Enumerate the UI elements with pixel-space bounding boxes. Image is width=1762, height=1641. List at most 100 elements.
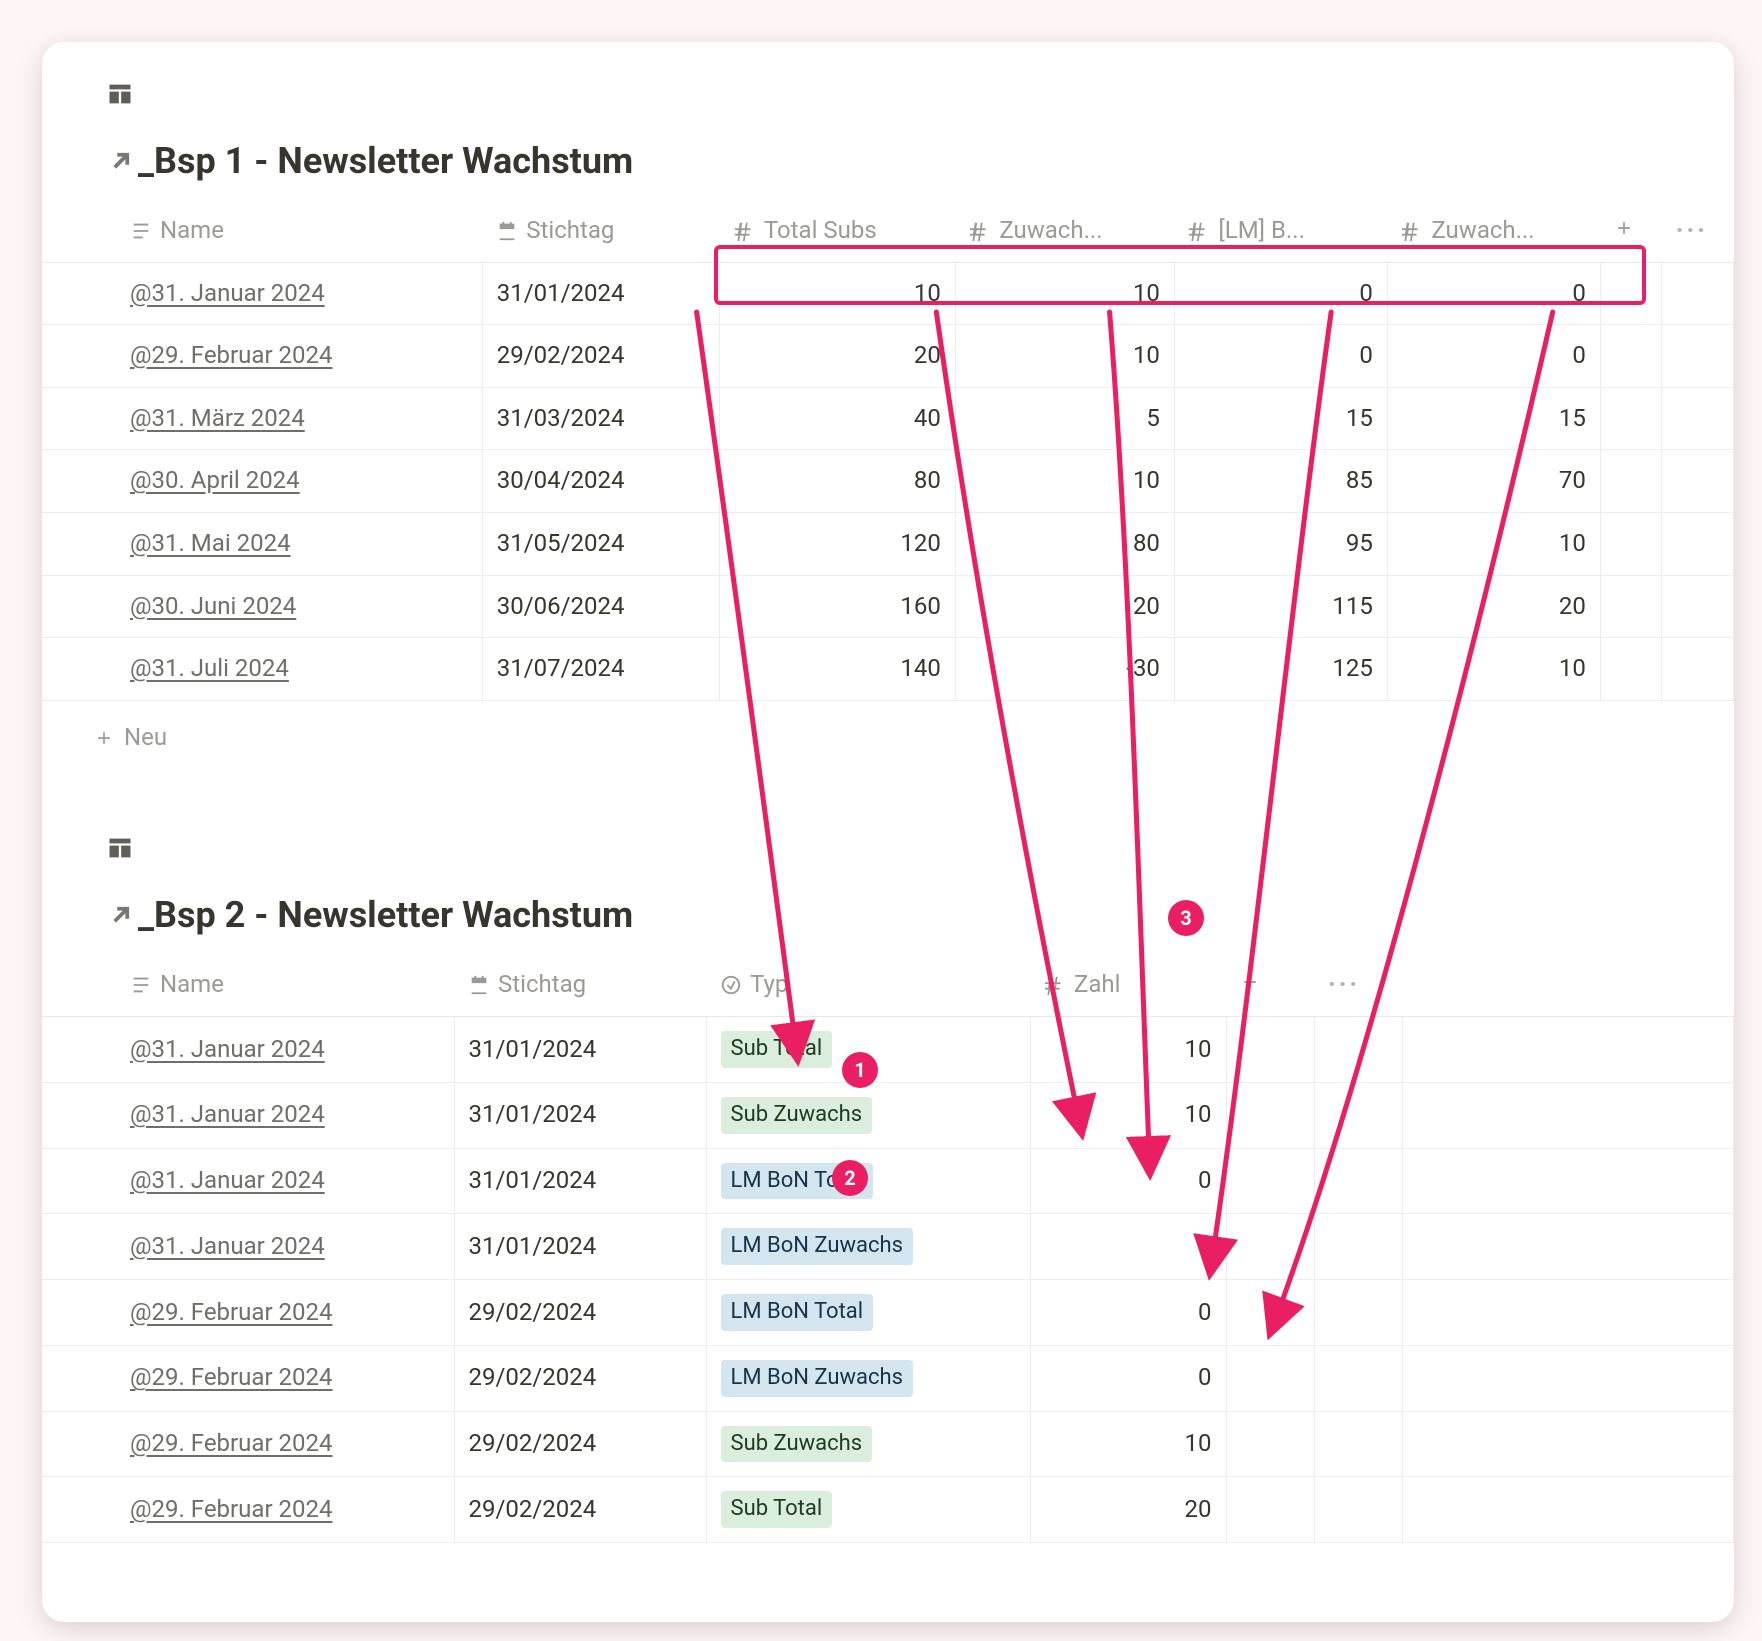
cell-name[interactable]: @29. Februar 2024 — [42, 1477, 454, 1543]
cell-number[interactable]: 0 — [1387, 325, 1600, 388]
cell-date[interactable]: 29/02/2024 — [454, 1280, 706, 1346]
cell-number[interactable]: -30 — [955, 638, 1174, 701]
table-view-icon[interactable] — [42, 80, 1734, 136]
table-row[interactable]: @31. Januar 202431/01/2024LM BoN Zuwachs… — [42, 1214, 1734, 1280]
cell-number[interactable]: 15 — [1174, 387, 1387, 450]
cell-date[interactable]: 29/02/2024 — [482, 325, 720, 388]
column-header[interactable]: Total Subs — [720, 200, 955, 262]
cell-number[interactable]: 85 — [1174, 450, 1387, 513]
table-row[interactable]: @30. April 202430/04/202480108570 — [42, 450, 1734, 513]
add-row-1[interactable]: Neu — [42, 701, 1734, 755]
cell-number[interactable]: 10 — [955, 262, 1174, 325]
cell-date[interactable]: 31/01/2024 — [454, 1214, 706, 1280]
cell-name[interactable]: @29. Februar 2024 — [42, 1411, 454, 1477]
cell-typ[interactable]: LM BoN Total — [706, 1280, 1030, 1346]
table-row[interactable]: @31. Januar 202431/01/2024101000 — [42, 262, 1734, 325]
cell-number[interactable]: 0 — [1174, 325, 1387, 388]
cell-number[interactable]: 10 — [955, 450, 1174, 513]
cell-typ[interactable]: Sub Total — [706, 1477, 1030, 1543]
cell-date[interactable]: 31/07/2024 — [482, 638, 720, 701]
db-title-2[interactable]: _Bsp 2 - Newsletter Wachstum — [42, 890, 1734, 954]
cell-number[interactable]: 0 — [1174, 262, 1387, 325]
cell-name[interactable]: @30. Juni 2024 — [42, 575, 482, 638]
cell-name[interactable]: @31. Januar 2024 — [42, 1016, 454, 1082]
column-header[interactable]: Zahl — [1030, 954, 1226, 1016]
table-row[interactable]: @29. Februar 202429/02/2024Sub Total20 — [42, 1477, 1734, 1543]
cell-name[interactable]: @29. Februar 2024 — [42, 325, 482, 388]
cell-typ[interactable]: Sub Zuwachs — [706, 1411, 1030, 1477]
table-row[interactable]: @29. Februar 202429/02/2024201000 — [42, 325, 1734, 388]
cell-number[interactable]: 115 — [1174, 575, 1387, 638]
add-column[interactable] — [1226, 954, 1314, 1016]
cell-number[interactable]: 5 — [955, 387, 1174, 450]
cell-number[interactable]: 125 — [1174, 638, 1387, 701]
cell-number[interactable]: 0 — [1030, 1148, 1226, 1214]
table-row[interactable]: @31. Juli 202431/07/2024140-3012510 — [42, 638, 1734, 701]
cell-date[interactable]: 31/01/2024 — [454, 1016, 706, 1082]
cell-name[interactable]: @30. April 2024 — [42, 450, 482, 513]
cell-date[interactable]: 30/04/2024 — [482, 450, 720, 513]
cell-number[interactable]: 70 — [1387, 450, 1600, 513]
cell-number[interactable]: 10 — [720, 262, 955, 325]
table-row[interactable]: @30. Juni 202430/06/20241602011520 — [42, 575, 1734, 638]
cell-typ[interactable]: Sub Total — [706, 1016, 1030, 1082]
cell-date[interactable]: 31/05/2024 — [482, 512, 720, 575]
table-row[interactable]: @31. Januar 202431/01/2024Sub Zuwachs10 — [42, 1082, 1734, 1148]
cell-date[interactable]: 29/02/2024 — [454, 1345, 706, 1411]
cell-name[interactable]: @31. Januar 2024 — [42, 1082, 454, 1148]
cell-name[interactable]: @31. Mai 2024 — [42, 512, 482, 575]
table-row[interactable]: @31. März 202431/03/20244051515 — [42, 387, 1734, 450]
cell-date[interactable]: 31/01/2024 — [454, 1082, 706, 1148]
cell-date[interactable]: 29/02/2024 — [454, 1411, 706, 1477]
column-header[interactable]: Name — [42, 200, 482, 262]
cell-number[interactable]: 160 — [720, 575, 955, 638]
column-header[interactable]: Zuwach... — [1387, 200, 1600, 262]
add-column[interactable] — [1600, 200, 1661, 262]
db-title-1[interactable]: _Bsp 1 - Newsletter Wachstum — [42, 136, 1734, 200]
cell-typ[interactable]: LM BoN Zuwachs — [706, 1214, 1030, 1280]
cell-number[interactable]: 20 — [1387, 575, 1600, 638]
table-row[interactable]: @31. Januar 202431/01/2024Sub Total10 — [42, 1016, 1734, 1082]
column-header[interactable]: Typ — [706, 954, 1030, 1016]
cell-number[interactable]: 10 — [1030, 1411, 1226, 1477]
cell-date[interactable]: 31/03/2024 — [482, 387, 720, 450]
cell-name[interactable]: @31. Januar 2024 — [42, 1214, 454, 1280]
cell-number[interactable]: 20 — [955, 575, 1174, 638]
cell-number[interactable]: 0 — [1030, 1280, 1226, 1346]
column-header[interactable]: Zuwach... — [955, 200, 1174, 262]
cell-name[interactable]: @29. Februar 2024 — [42, 1280, 454, 1346]
cell-number[interactable]: 0 — [1030, 1345, 1226, 1411]
cell-typ[interactable]: LM BoN Total — [706, 1148, 1030, 1214]
cell-number[interactable]: 20 — [720, 325, 955, 388]
cell-number[interactable]: 20 — [1030, 1477, 1226, 1543]
table-row[interactable]: @29. Februar 202429/02/2024LM BoN Zuwach… — [42, 1345, 1734, 1411]
column-header[interactable]: [LM] B... — [1174, 200, 1387, 262]
cell-number[interactable]: 95 — [1174, 512, 1387, 575]
cell-number[interactable]: 40 — [720, 387, 955, 450]
table-row[interactable]: @31. Mai 202431/05/2024120809510 — [42, 512, 1734, 575]
cell-number[interactable]: 10 — [1387, 638, 1600, 701]
cell-name[interactable]: @31. Januar 2024 — [42, 262, 482, 325]
cell-number[interactable]: 10 — [1030, 1016, 1226, 1082]
column-header[interactable]: Name — [42, 954, 454, 1016]
cell-typ[interactable]: LM BoN Zuwachs — [706, 1345, 1030, 1411]
more-options[interactable]: ··· — [1314, 954, 1402, 1016]
cell-number[interactable]: 140 — [720, 638, 955, 701]
column-header[interactable]: Stichtag — [482, 200, 720, 262]
table-view-icon-2[interactable] — [42, 834, 1734, 890]
cell-number[interactable]: 80 — [720, 450, 955, 513]
cell-date[interactable]: 31/01/2024 — [454, 1148, 706, 1214]
table-row[interactable]: @29. Februar 202429/02/2024LM BoN Total0 — [42, 1280, 1734, 1346]
cell-name[interactable]: @31. März 2024 — [42, 387, 482, 450]
cell-typ[interactable]: Sub Zuwachs — [706, 1082, 1030, 1148]
cell-name[interactable]: @31. Juli 2024 — [42, 638, 482, 701]
cell-number[interactable]: 0 — [1030, 1214, 1226, 1280]
cell-number[interactable]: 120 — [720, 512, 955, 575]
cell-date[interactable]: 30/06/2024 — [482, 575, 720, 638]
more-options[interactable]: ··· — [1662, 200, 1734, 262]
cell-date[interactable]: 29/02/2024 — [454, 1477, 706, 1543]
cell-number[interactable]: 15 — [1387, 387, 1600, 450]
cell-date[interactable]: 31/01/2024 — [482, 262, 720, 325]
cell-number[interactable]: 0 — [1387, 262, 1600, 325]
cell-number[interactable]: 10 — [1030, 1082, 1226, 1148]
